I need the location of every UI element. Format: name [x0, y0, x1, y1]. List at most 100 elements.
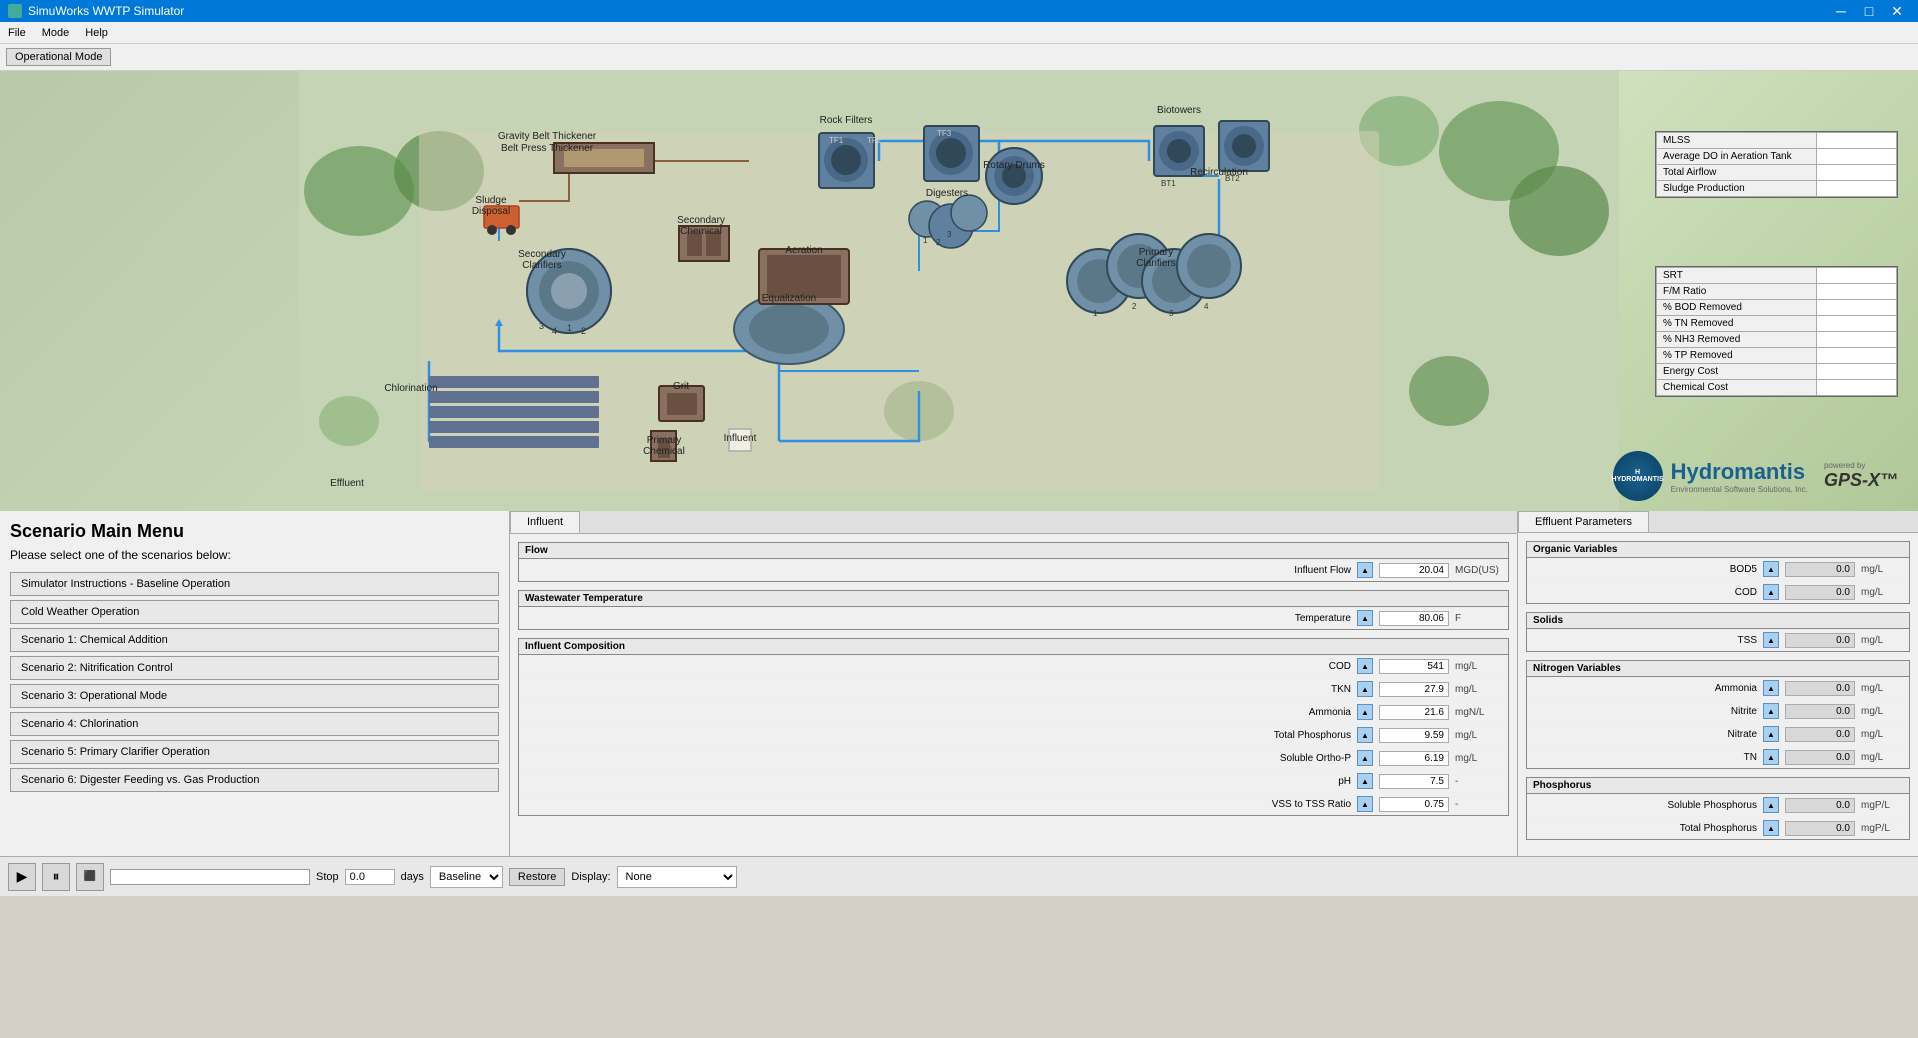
- svg-text:2: 2: [936, 238, 941, 247]
- baseline-select[interactable]: Baseline: [430, 866, 503, 888]
- titlebar-controls: ─ □ ✕: [1828, 0, 1910, 22]
- nitrite-icon[interactable]: ▲: [1763, 703, 1779, 719]
- svg-text:Disposal: Disposal: [472, 206, 510, 217]
- tss-label: TSS: [1535, 635, 1757, 646]
- stop-button[interactable]: ⬛: [76, 863, 104, 891]
- operational-mode-button[interactable]: Operational Mode: [6, 48, 111, 66]
- restore-button[interactable]: Restore: [509, 868, 566, 886]
- cod-row: COD ▲ mg/L: [519, 655, 1508, 678]
- svg-text:Digesters: Digesters: [926, 188, 968, 199]
- mlss-label: MLSS: [1657, 133, 1817, 149]
- total-phos-eff-icon[interactable]: ▲: [1763, 820, 1779, 836]
- hydromantis-branding: Hydromantis Environmental Software Solut…: [1671, 459, 1808, 494]
- scenario-btn-s6[interactable]: Scenario 6: Digester Feeding vs. Gas Pro…: [10, 768, 499, 792]
- pause-button[interactable]: ⏸: [42, 863, 70, 891]
- fm-label: F/M Ratio: [1657, 284, 1817, 300]
- menu-mode[interactable]: Mode: [34, 22, 78, 43]
- flow-section: Flow Influent Flow ▲ MGD(US): [518, 542, 1509, 582]
- svg-text:2: 2: [581, 326, 586, 336]
- nitrite-row: Nitrite ▲ mg/L: [1527, 700, 1909, 723]
- scenario-btn-s4[interactable]: Scenario 4: Chlorination: [10, 712, 499, 736]
- influent-flow-row: Influent Flow ▲ MGD(US): [519, 559, 1508, 581]
- effluent-tab[interactable]: Effluent Parameters: [1518, 511, 1649, 532]
- ammonia-input[interactable]: [1379, 705, 1449, 720]
- energy-label: Energy Cost: [1657, 364, 1817, 380]
- stop-label: Stop: [316, 871, 339, 883]
- tkn-icon[interactable]: ▲: [1357, 681, 1373, 697]
- play-button[interactable]: ▶: [8, 863, 36, 891]
- maximize-button[interactable]: □: [1856, 0, 1882, 22]
- svg-text:Aeration: Aeration: [785, 245, 822, 256]
- influent-flow-unit: MGD(US): [1455, 565, 1500, 576]
- ph-unit: -: [1455, 776, 1500, 787]
- svg-text:Belt Press Thickener: Belt Press Thickener: [501, 143, 594, 154]
- influent-flow-icon[interactable]: ▲: [1357, 562, 1373, 578]
- vss-tss-input[interactable]: [1379, 797, 1449, 812]
- sludge-prod-value: [1817, 181, 1897, 197]
- sol-phos-unit: mgP/L: [1861, 800, 1901, 811]
- svg-text:Chemical: Chemical: [643, 446, 685, 457]
- cod-icon[interactable]: ▲: [1357, 658, 1373, 674]
- eff-ammonia-value: [1785, 681, 1855, 696]
- avg-do-value: [1817, 149, 1897, 165]
- close-button[interactable]: ✕: [1884, 0, 1910, 22]
- stop-value-input[interactable]: [345, 869, 395, 885]
- tn-value: [1817, 316, 1897, 332]
- vss-tss-row: VSS to TSS Ratio ▲ -: [519, 793, 1508, 815]
- scenario-btn-s1[interactable]: Scenario 1: Chemical Addition: [10, 628, 499, 652]
- nitrate-icon[interactable]: ▲: [1763, 726, 1779, 742]
- info-table-top: MLSS Average DO in Aeration Tank Total A…: [1655, 131, 1898, 198]
- svg-text:4: 4: [552, 326, 557, 336]
- bod-label: % BOD Removed: [1657, 300, 1817, 316]
- eff-tn-unit: mg/L: [1861, 752, 1901, 763]
- hydromantis-logo-circle: HHYDROMANTIS: [1613, 451, 1663, 501]
- menu-file[interactable]: File: [0, 22, 34, 43]
- sol-ortho-input[interactable]: [1379, 751, 1449, 766]
- vss-tss-icon[interactable]: ▲: [1357, 796, 1373, 812]
- cod-input[interactable]: [1379, 659, 1449, 674]
- bod5-icon[interactable]: ▲: [1763, 561, 1779, 577]
- total-phos-input[interactable]: [1379, 728, 1449, 743]
- ammonia-unit: mgN/L: [1455, 707, 1500, 718]
- scenario-btn-baseline[interactable]: Simulator Instructions - Baseline Operat…: [10, 572, 499, 596]
- svg-text:1: 1: [1093, 309, 1098, 318]
- scenario-btn-s2[interactable]: Scenario 2: Nitrification Control: [10, 656, 499, 680]
- tkn-label: TKN: [527, 684, 1351, 695]
- total-phos-eff-value: [1785, 821, 1855, 836]
- ammonia-icon[interactable]: ▲: [1357, 704, 1373, 720]
- eff-ammonia-label: Ammonia: [1535, 683, 1757, 694]
- influent-flow-input[interactable]: [1379, 563, 1449, 578]
- ph-icon[interactable]: ▲: [1357, 773, 1373, 789]
- temperature-input[interactable]: [1379, 611, 1449, 626]
- svg-text:3: 3: [1169, 309, 1174, 318]
- nitrite-label: Nitrite: [1535, 706, 1757, 717]
- scenario-btn-s3[interactable]: Scenario 3: Operational Mode: [10, 684, 499, 708]
- display-select[interactable]: None: [617, 866, 737, 888]
- menu-help[interactable]: Help: [77, 22, 116, 43]
- eff-tn-icon[interactable]: ▲: [1763, 749, 1779, 765]
- effluent-panel: Effluent Parameters Organic Variables BO…: [1518, 511, 1918, 856]
- tkn-input[interactable]: [1379, 682, 1449, 697]
- tss-icon[interactable]: ▲: [1763, 632, 1779, 648]
- eff-cod-icon[interactable]: ▲: [1763, 584, 1779, 600]
- scenario-title: Scenario Main Menu: [10, 521, 499, 542]
- svg-text:2: 2: [1132, 302, 1137, 311]
- temperature-icon[interactable]: ▲: [1357, 610, 1373, 626]
- svg-text:3: 3: [947, 230, 952, 239]
- eff-ammonia-icon[interactable]: ▲: [1763, 680, 1779, 696]
- sol-phos-label: Soluble Phosphorus: [1535, 800, 1757, 811]
- influent-tab[interactable]: Influent: [510, 511, 580, 533]
- days-label: days: [401, 871, 424, 883]
- ph-input[interactable]: [1379, 774, 1449, 789]
- eff-ammonia-row: Ammonia ▲ mg/L: [1527, 677, 1909, 700]
- svg-text:4: 4: [1204, 302, 1209, 311]
- svg-text:TF3: TF3: [937, 129, 952, 138]
- sol-phos-icon[interactable]: ▲: [1763, 797, 1779, 813]
- svg-text:Secondary: Secondary: [518, 249, 566, 260]
- scenario-btn-s5[interactable]: Scenario 5: Primary Clarifier Operation: [10, 740, 499, 764]
- minimize-button[interactable]: ─: [1828, 0, 1854, 22]
- total-phos-icon[interactable]: ▲: [1357, 727, 1373, 743]
- svg-text:TF1: TF1: [829, 136, 844, 145]
- sol-ortho-icon[interactable]: ▲: [1357, 750, 1373, 766]
- scenario-btn-cold[interactable]: Cold Weather Operation: [10, 600, 499, 624]
